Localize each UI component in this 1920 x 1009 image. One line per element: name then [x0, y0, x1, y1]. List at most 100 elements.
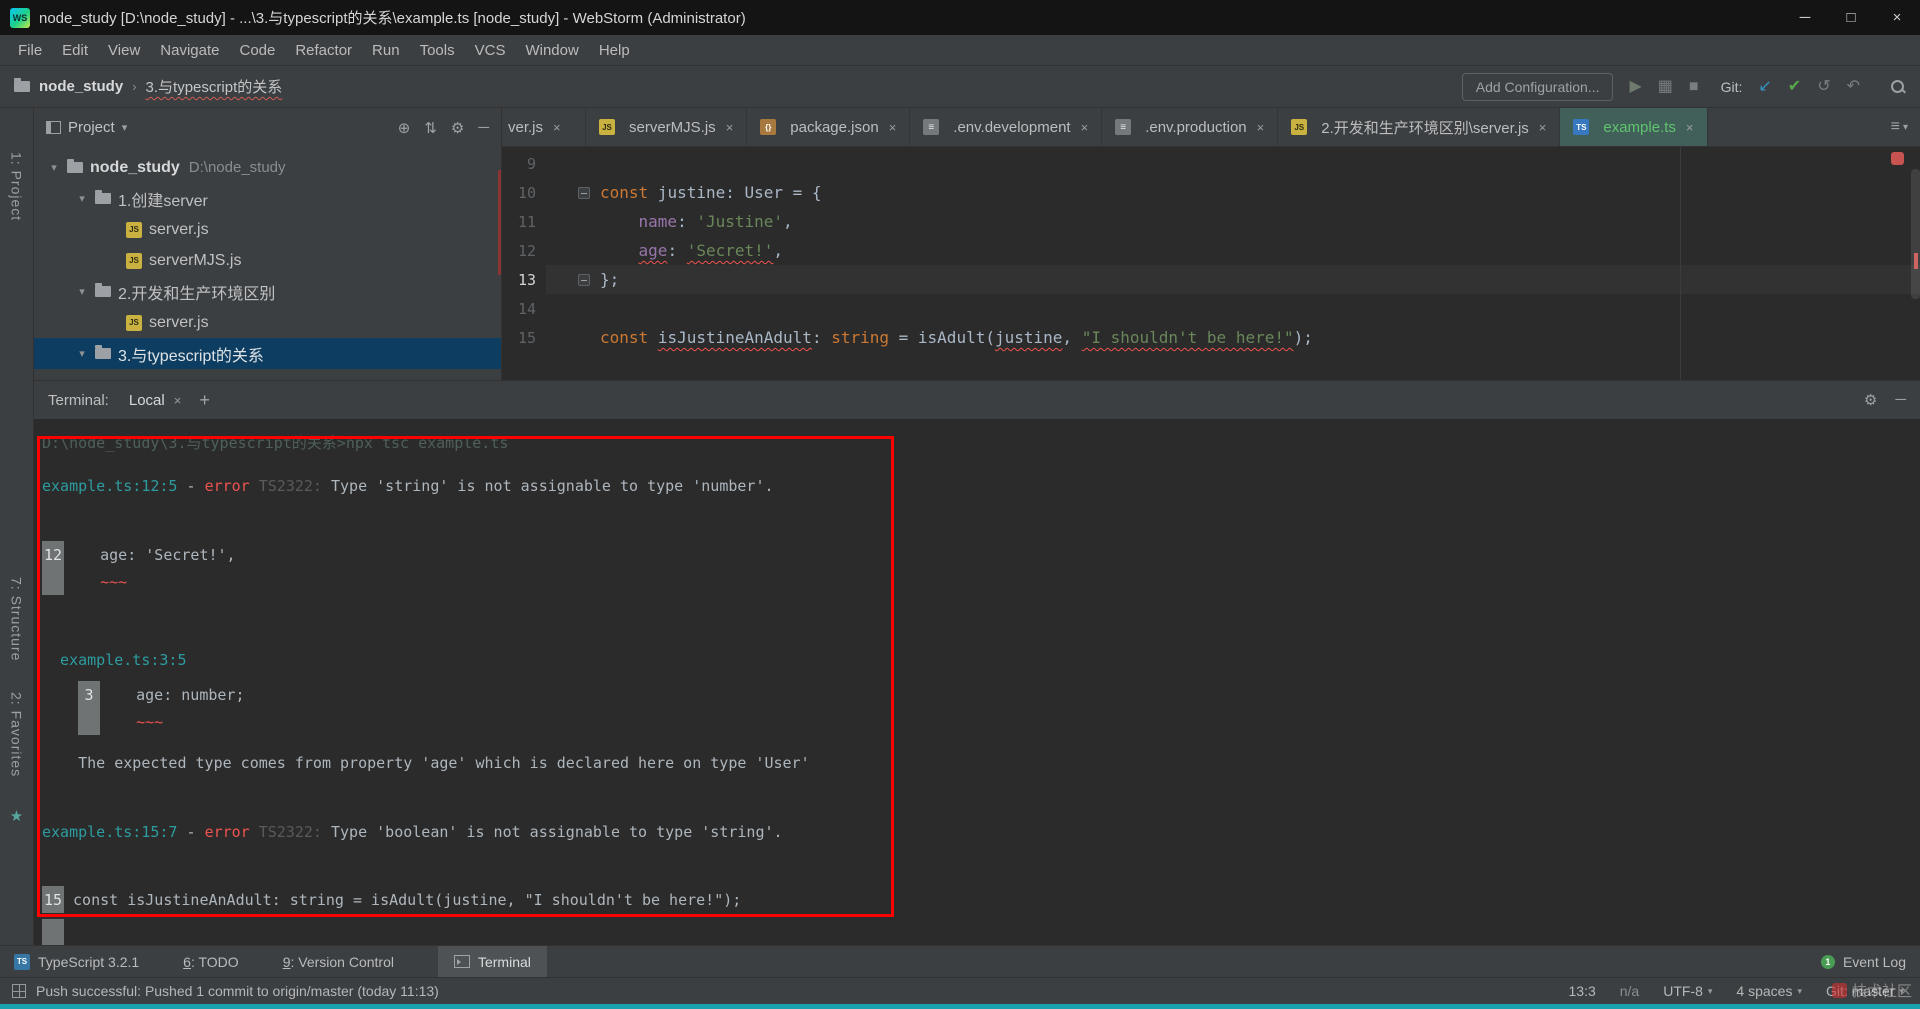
- tab-package-json[interactable]: {} package.json ×: [747, 108, 911, 146]
- breadcrumb-root[interactable]: node_study: [39, 78, 123, 95]
- menu-vcs[interactable]: VCS: [465, 42, 516, 59]
- close-icon[interactable]: ×: [1081, 120, 1089, 135]
- minimize-button[interactable]: ─: [1782, 0, 1828, 35]
- git-commit-icon[interactable]: ✔: [1788, 78, 1801, 95]
- hide-panel-icon[interactable]: ─: [478, 119, 489, 137]
- add-configuration-button[interactable]: Add Configuration...: [1461, 72, 1614, 101]
- stop-icon[interactable]: ■: [1689, 78, 1699, 95]
- menu-file[interactable]: File: [8, 42, 52, 59]
- tab-example-ts-active[interactable]: TS example.ts ×: [1560, 108, 1708, 146]
- expand-arrow-icon[interactable]: ▾: [46, 161, 62, 174]
- status-message[interactable]: Push successful: Pushed 1 commit to orig…: [36, 983, 439, 999]
- tab-env-production[interactable]: ≡ .env.production ×: [1102, 108, 1279, 146]
- toolwindow-toggle-icon[interactable]: [12, 984, 26, 998]
- expand-arrow-icon[interactable]: ▾: [74, 192, 90, 205]
- terminal-output[interactable]: D:\node_study\3.与typescript的关系>npx tsc e…: [34, 419, 1920, 945]
- typescript-status[interactable]: TS TypeScript 3.2.1: [14, 946, 139, 977]
- code-token: isAdult: [917, 328, 986, 347]
- menu-refactor[interactable]: Refactor: [285, 42, 362, 59]
- menu-code[interactable]: Code: [229, 42, 285, 59]
- menu-help[interactable]: Help: [589, 42, 640, 59]
- tab-server-js-folder2[interactable]: JS 2.开发和生产环境区别\server.js ×: [1278, 108, 1561, 146]
- line-separator[interactable]: n/a: [1620, 983, 1639, 999]
- fold-icon[interactable]: [578, 186, 590, 199]
- new-session-icon[interactable]: +: [199, 390, 210, 411]
- fold-icon[interactable]: [578, 273, 590, 286]
- left-tool-strip: 1: Project 7: Structure 2: Favorites ★: [0, 108, 34, 945]
- locate-file-icon[interactable]: ⊕: [398, 119, 411, 137]
- version-control-tab[interactable]: 9: Version Control: [283, 946, 394, 977]
- tree-item-serverjs-2[interactable]: JS server.js: [34, 307, 501, 338]
- line-number-chip: [78, 708, 100, 735]
- tab-label: .env.development: [953, 118, 1071, 136]
- expand-arrow-icon[interactable]: ▾: [74, 347, 90, 360]
- terminal-title: Terminal:: [48, 391, 109, 409]
- tree-item-root[interactable]: ▾ node_study D:\node_study: [34, 152, 501, 183]
- close-icon[interactable]: ×: [174, 393, 182, 408]
- close-icon[interactable]: ×: [889, 120, 897, 135]
- maximize-button[interactable]: □: [1828, 0, 1874, 35]
- toolwindow-favorites-button[interactable]: 2: Favorites: [9, 692, 25, 777]
- toolwindow-project-button[interactable]: 1: Project: [9, 152, 25, 221]
- gear-icon[interactable]: ⚙: [1864, 391, 1877, 409]
- menu-view[interactable]: View: [98, 42, 150, 59]
- git-rollback-icon[interactable]: ↶: [1847, 78, 1860, 95]
- menu-navigate[interactable]: Navigate: [150, 42, 229, 59]
- menu-tools[interactable]: Tools: [410, 42, 465, 59]
- collapse-all-icon[interactable]: ⇅: [424, 119, 437, 137]
- event-log-button[interactable]: 1 Event Log: [1820, 946, 1906, 977]
- terminal-icon: [453, 955, 470, 968]
- todo-tab[interactable]: 6: TODO: [183, 946, 239, 977]
- star-icon[interactable]: ★: [10, 807, 23, 825]
- project-panel-title[interactable]: Project: [68, 119, 115, 136]
- tree-item-folder-1[interactable]: ▾ 1.创建server: [34, 183, 501, 214]
- search-icon[interactable]: [1890, 79, 1906, 95]
- env-file-icon: ≡: [923, 119, 940, 135]
- file-encoding[interactable]: UTF-8 ▾: [1663, 983, 1712, 999]
- tree-item-folder-2[interactable]: ▾ 2.开发和生产环境区别: [34, 276, 501, 307]
- terminal-tab-local[interactable]: Local ×: [129, 392, 181, 409]
- editor-scrollbar[interactable]: [1911, 169, 1920, 299]
- tree-item-label: serverMJS.js: [149, 251, 242, 269]
- close-button[interactable]: ×: [1874, 0, 1920, 35]
- run-icon[interactable]: ▶: [1629, 78, 1641, 95]
- status-bar: Push successful: Pushed 1 commit to orig…: [0, 977, 1920, 1004]
- indent-setting[interactable]: 4 spaces ▾: [1736, 983, 1802, 999]
- close-icon[interactable]: ×: [1257, 120, 1265, 135]
- code-token-error: 'Secret!': [686, 241, 774, 260]
- toolwindow-structure-button[interactable]: 7: Structure: [9, 577, 25, 661]
- chevron-down-icon[interactable]: ▾: [122, 121, 128, 134]
- close-icon[interactable]: ×: [1686, 120, 1694, 135]
- menu-edit[interactable]: Edit: [52, 42, 98, 59]
- tab-list-dropdown[interactable]: ≡ ▾: [1879, 108, 1920, 146]
- hide-panel-icon[interactable]: ─: [1895, 391, 1906, 409]
- close-icon[interactable]: ×: [726, 120, 734, 135]
- env-file-icon: ≡: [1115, 119, 1132, 135]
- line-number: 15: [517, 328, 536, 347]
- caret-position[interactable]: 13:3: [1569, 983, 1596, 999]
- project-panel-header: Project ▾ ⊕ ⇅ ⚙ ─: [34, 108, 501, 147]
- close-icon[interactable]: ×: [1539, 120, 1547, 135]
- tree-item-serverjs[interactable]: JS server.js: [34, 214, 501, 245]
- code-editor[interactable]: 9 10 const justine: User = { 11 name: 'J…: [502, 147, 1920, 380]
- tree-item-servermjs[interactable]: JS serverMJS.js: [34, 245, 501, 276]
- git-update-icon[interactable]: ↙: [1758, 78, 1771, 95]
- tab-env-development[interactable]: ≡ .env.development ×: [910, 108, 1103, 146]
- code-token-error: justine: [994, 328, 1063, 347]
- code-line: 9: [502, 149, 1920, 178]
- breadcrumb-current[interactable]: 3.与typescript的关系: [146, 76, 283, 97]
- terminal-panel: Terminal: Local × + ⚙ ─ D:\node_study\3.…: [34, 380, 1920, 945]
- tab-server-js-partial[interactable]: ver.js ×: [502, 108, 586, 146]
- git-branch[interactable]: Git: master ▾: [1826, 983, 1904, 999]
- menu-run[interactable]: Run: [362, 42, 410, 59]
- close-icon[interactable]: ×: [553, 120, 561, 135]
- tree-item-folder-3-selected[interactable]: ▾ 3.与typescript的关系: [34, 338, 501, 369]
- expand-arrow-icon[interactable]: ▾: [74, 285, 90, 298]
- git-history-icon[interactable]: ↺: [1817, 78, 1830, 95]
- terminal-tab-button[interactable]: Terminal: [437, 946, 547, 977]
- gear-icon[interactable]: ⚙: [451, 119, 464, 137]
- coverage-icon[interactable]: ▦: [1658, 78, 1673, 95]
- error-indicator[interactable]: [1891, 152, 1904, 165]
- tab-servermjs-js[interactable]: JS serverMJS.js ×: [586, 108, 748, 146]
- menu-window[interactable]: Window: [515, 42, 588, 59]
